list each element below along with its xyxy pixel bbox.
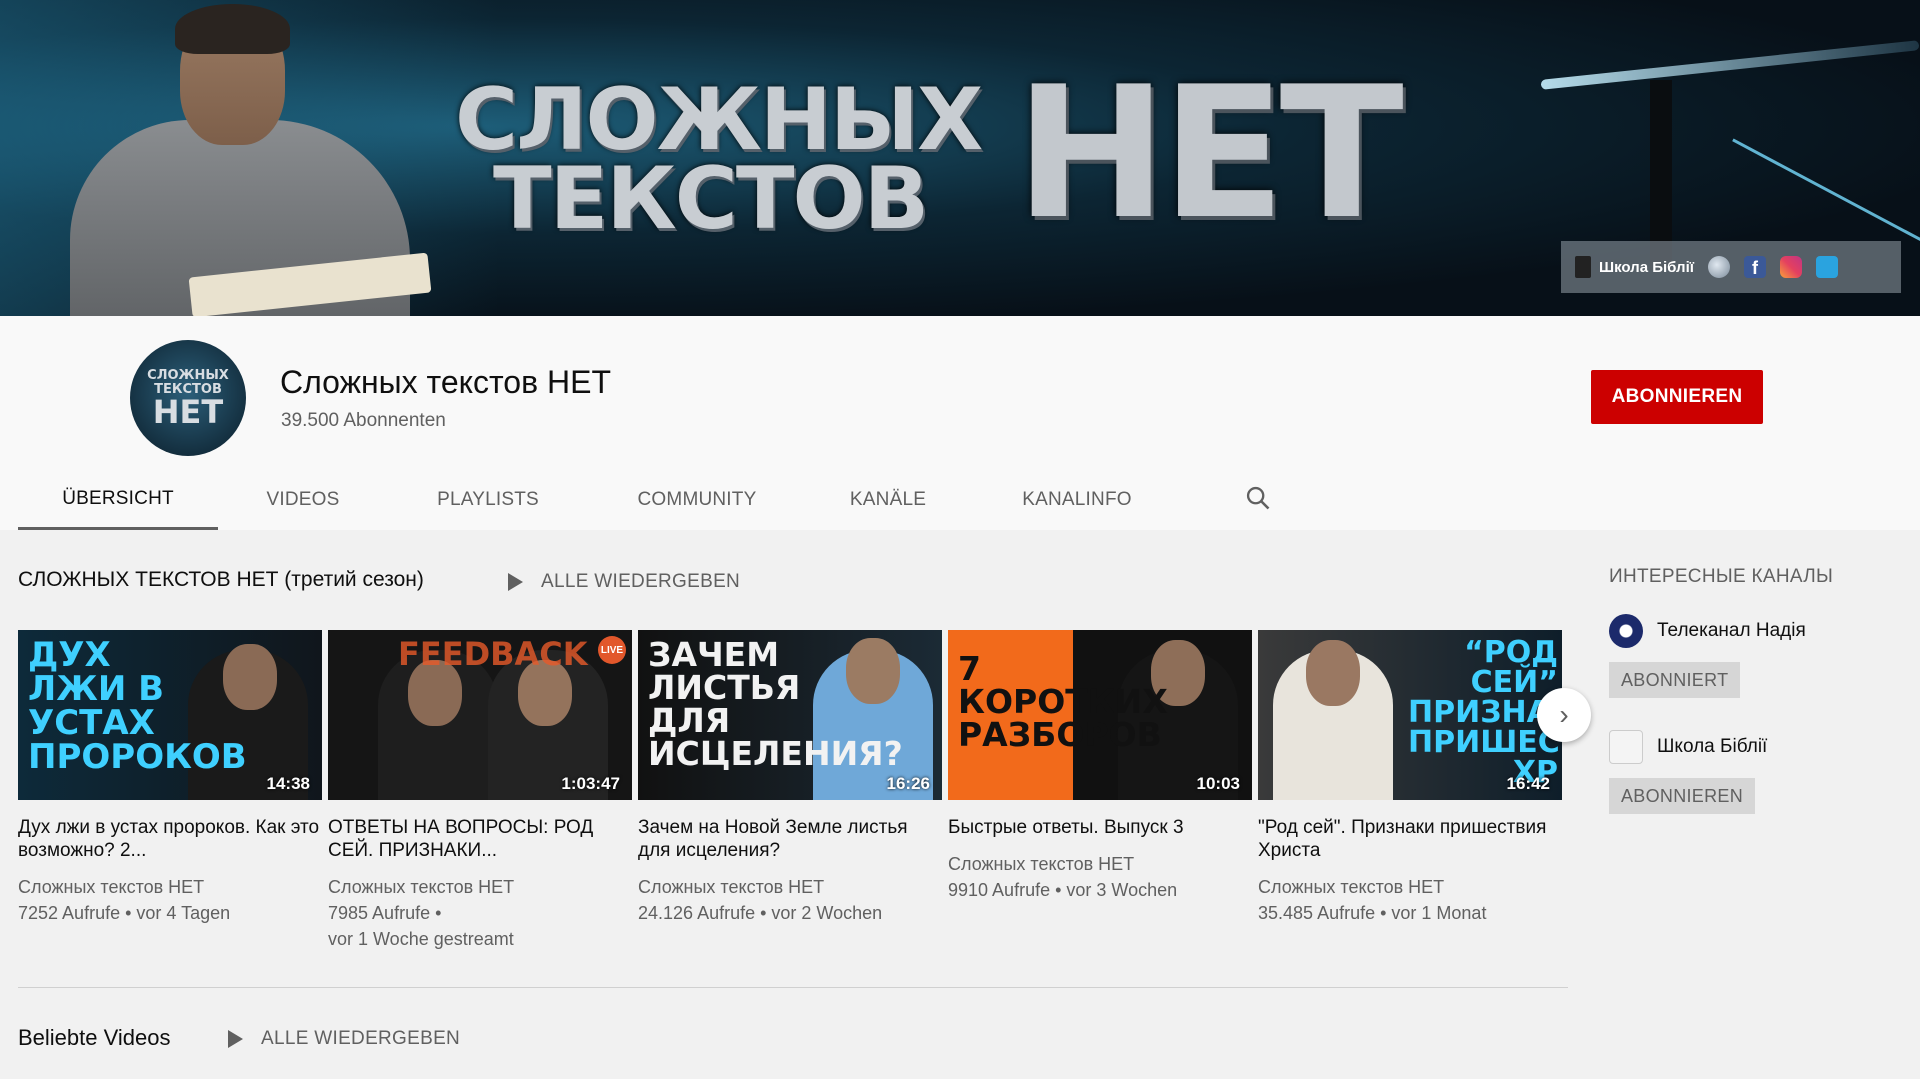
video-card[interactable]: “РОД СЕЙ” ПРИЗНАКИ ПРИШЕСТВИЯ ХР 16:42 "…: [1258, 630, 1562, 952]
video-title[interactable]: Дух лжи в устах пророков. Как это возмож…: [18, 816, 322, 862]
tab-playlists[interactable]: PLAYLISTS: [388, 470, 588, 530]
banner-title: СЛОЖНЫХ ТЕКСТОВ: [455, 70, 1015, 249]
video-title[interactable]: Зачем на Новой Земле листья для исцелени…: [638, 816, 942, 862]
popular-videos-title[interactable]: Beliebte Videos: [18, 1025, 171, 1051]
video-card[interactable]: ЗАЧЕМ ЛИСТЬЯ ДЛЯ ИСЦЕЛЕНИЯ? 16:26 Зачем …: [638, 630, 942, 952]
video-channel[interactable]: Сложных текстов НЕТ: [638, 874, 942, 900]
thumbnail-text: “РОД СЕЙ” ПРИЗНАКИ ПРИШЕСТВИЯ ХР: [1408, 635, 1562, 790]
tab-overview[interactable]: ÜBERSICHT: [18, 470, 218, 530]
play-icon: [228, 1030, 243, 1048]
video-meta: 24.126 Aufrufe • vor 2 Wochen: [638, 903, 883, 923]
subscribed-button[interactable]: ABONNIERT: [1609, 662, 1741, 698]
school-logo-icon: [1575, 256, 1591, 278]
subscriber-count: 39.500 Abonnenten: [281, 410, 446, 431]
video-thumbnail[interactable]: ДУХ ЛЖИ В УСТАХ ПРОРОКОВ 14:38: [18, 630, 322, 800]
featured-channels: ИНТЕРЕСНЫЕ КАНАЛЫ Телеканал Надія ABONNI…: [1609, 566, 1909, 814]
chevron-right-icon: ›: [1559, 699, 1569, 730]
search-icon[interactable]: [1244, 484, 1272, 512]
video-thumbnail[interactable]: FEEDBACK LIVE 1:03:47: [328, 630, 632, 800]
featured-channel-name[interactable]: Школа Біблії: [1657, 736, 1767, 758]
video-card[interactable]: 7 КОРОТКИХ РАЗБОРОВ 10:03 Быстрые ответы…: [948, 630, 1252, 952]
channel-avatar-icon[interactable]: [1609, 730, 1643, 764]
banner-host-image: [70, 0, 432, 316]
thumbnail-text: ЗАЧЕМ ЛИСТЬЯ ДЛЯ ИСЦЕЛЕНИЯ?: [648, 635, 903, 773]
section-divider: [18, 987, 1568, 988]
facebook-icon[interactable]: f: [1743, 256, 1766, 278]
tab-channels[interactable]: KANÄLE: [806, 470, 970, 530]
thumbnail-text: FEEDBACK: [398, 635, 588, 673]
avatar-text-line3: НЕТ: [152, 393, 224, 431]
subscribe-button[interactable]: ABONNIEREN: [1591, 370, 1763, 424]
play-all-popular-button[interactable]: ALLE WIEDERGEBEN: [228, 1028, 460, 1050]
website-icon[interactable]: [1707, 256, 1730, 278]
video-shelf: ДУХ ЛЖИ В УСТАХ ПРОРОКОВ 14:38 Дух лжи в…: [18, 630, 1562, 952]
video-card[interactable]: FEEDBACK LIVE 1:03:47 ОТВЕТЫ НА ВОПРОСЫ:…: [328, 630, 632, 952]
banner-link-school[interactable]: Школа Біблії: [1575, 256, 1694, 278]
tab-community[interactable]: COMMUNITY: [588, 470, 806, 530]
video-meta: 7985 Aufrufe •: [328, 903, 442, 923]
channel-name: Сложных текстов НЕТ: [280, 364, 611, 400]
video-thumbnail[interactable]: 7 КОРОТКИХ РАЗБОРОВ 10:03: [948, 630, 1252, 800]
video-channel[interactable]: Сложных текстов НЕТ: [948, 851, 1252, 877]
banner-title-big: НЕТ: [1015, 47, 1404, 259]
play-all-label: ALLE WIEDERGEBEN: [541, 571, 741, 592]
live-badge: LIVE: [598, 636, 626, 664]
video-channel[interactable]: Сложных текстов НЕТ: [328, 874, 632, 900]
video-duration: 10:03: [1196, 774, 1240, 793]
featured-channel[interactable]: Телеканал Надія: [1609, 614, 1909, 648]
play-all-button[interactable]: ALLE WIEDERGEBEN: [508, 571, 740, 593]
video-meta: 7252 Aufrufe • vor 4 Tagen: [18, 903, 231, 923]
banner-link-label: Школа Біблії: [1599, 258, 1694, 276]
video-title[interactable]: Быстрые ответы. Выпуск 3: [948, 816, 1252, 839]
featured-channel[interactable]: Школа Біблії: [1609, 730, 1909, 764]
video-duration: 16:26: [886, 774, 930, 793]
thumbnail-text: ДУХ ЛЖИ В УСТАХ ПРОРОКОВ: [28, 635, 247, 777]
subscribe-channel-button[interactable]: ABONNIEREN: [1609, 778, 1756, 814]
channel-tabs: ÜBERSICHT VIDEOS PLAYLISTS COMMUNITY KAN…: [18, 470, 1184, 530]
avatar-text-line1: СЛОЖНЫХ: [147, 368, 229, 383]
video-duration: 14:38: [266, 774, 310, 793]
video-meta: 35.485 Aufrufe • vor 1 Monat: [1258, 903, 1487, 923]
video-card[interactable]: ДУХ ЛЖИ В УСТАХ ПРОРОКОВ 14:38 Дух лжи в…: [18, 630, 322, 952]
video-thumbnail[interactable]: ЗАЧЕМ ЛИСТЬЯ ДЛЯ ИСЦЕЛЕНИЯ? 16:26: [638, 630, 942, 800]
channel-banner: СЛОЖНЫХ ТЕКСТОВ НЕТ Школа Біблії f: [0, 0, 1920, 316]
video-thumbnail[interactable]: “РОД СЕЙ” ПРИЗНАКИ ПРИШЕСТВИЯ ХР 16:42: [1258, 630, 1562, 800]
tab-videos[interactable]: VIDEOS: [218, 470, 388, 530]
video-channel[interactable]: Сложных текстов НЕТ: [18, 874, 322, 900]
video-title[interactable]: ОТВЕТЫ НА ВОПРОСЫ: РОД СЕЙ. ПРИЗНАКИ...: [328, 816, 632, 862]
banner-title-line1: СЛОЖНЫХ: [455, 70, 983, 170]
instagram-icon[interactable]: [1779, 256, 1802, 278]
featured-channel-name[interactable]: Телеканал Надія: [1657, 620, 1806, 642]
channel-avatar-icon[interactable]: [1609, 614, 1643, 648]
play-all-label: ALLE WIEDERGEBEN: [261, 1028, 461, 1049]
featured-channels-heading: ИНТЕРЕСНЫЕ КАНАЛЫ: [1609, 566, 1834, 587]
channel-avatar[interactable]: СЛОЖНЫХ ТЕКСТОВ НЕТ: [130, 340, 246, 456]
video-duration: 1:03:47: [561, 774, 620, 793]
video-meta-streamed: vor 1 Woche gestreamt: [328, 929, 514, 949]
play-icon: [508, 573, 523, 591]
telegram-icon[interactable]: [1815, 256, 1838, 278]
thumbnail-text: 7 КОРОТКИХ РАЗБОРОВ: [958, 649, 1168, 754]
video-channel[interactable]: Сложных текстов НЕТ: [1258, 874, 1562, 900]
banner-links: Школа Біблії f: [1561, 241, 1901, 293]
banner-title-line2: ТЕКСТОВ: [493, 149, 929, 249]
video-duration: 16:42: [1506, 774, 1550, 793]
tab-about[interactable]: KANALINFO: [970, 470, 1184, 530]
section-title[interactable]: СЛОЖНЫХ ТЕКСТОВ НЕТ (третий сезон): [18, 568, 424, 592]
video-meta: 9910 Aufrufe • vor 3 Wochen: [948, 880, 1178, 900]
shelf-next-button[interactable]: ›: [1537, 688, 1591, 742]
video-title[interactable]: "Род сей". Признаки пришествия Христа: [1258, 816, 1562, 862]
